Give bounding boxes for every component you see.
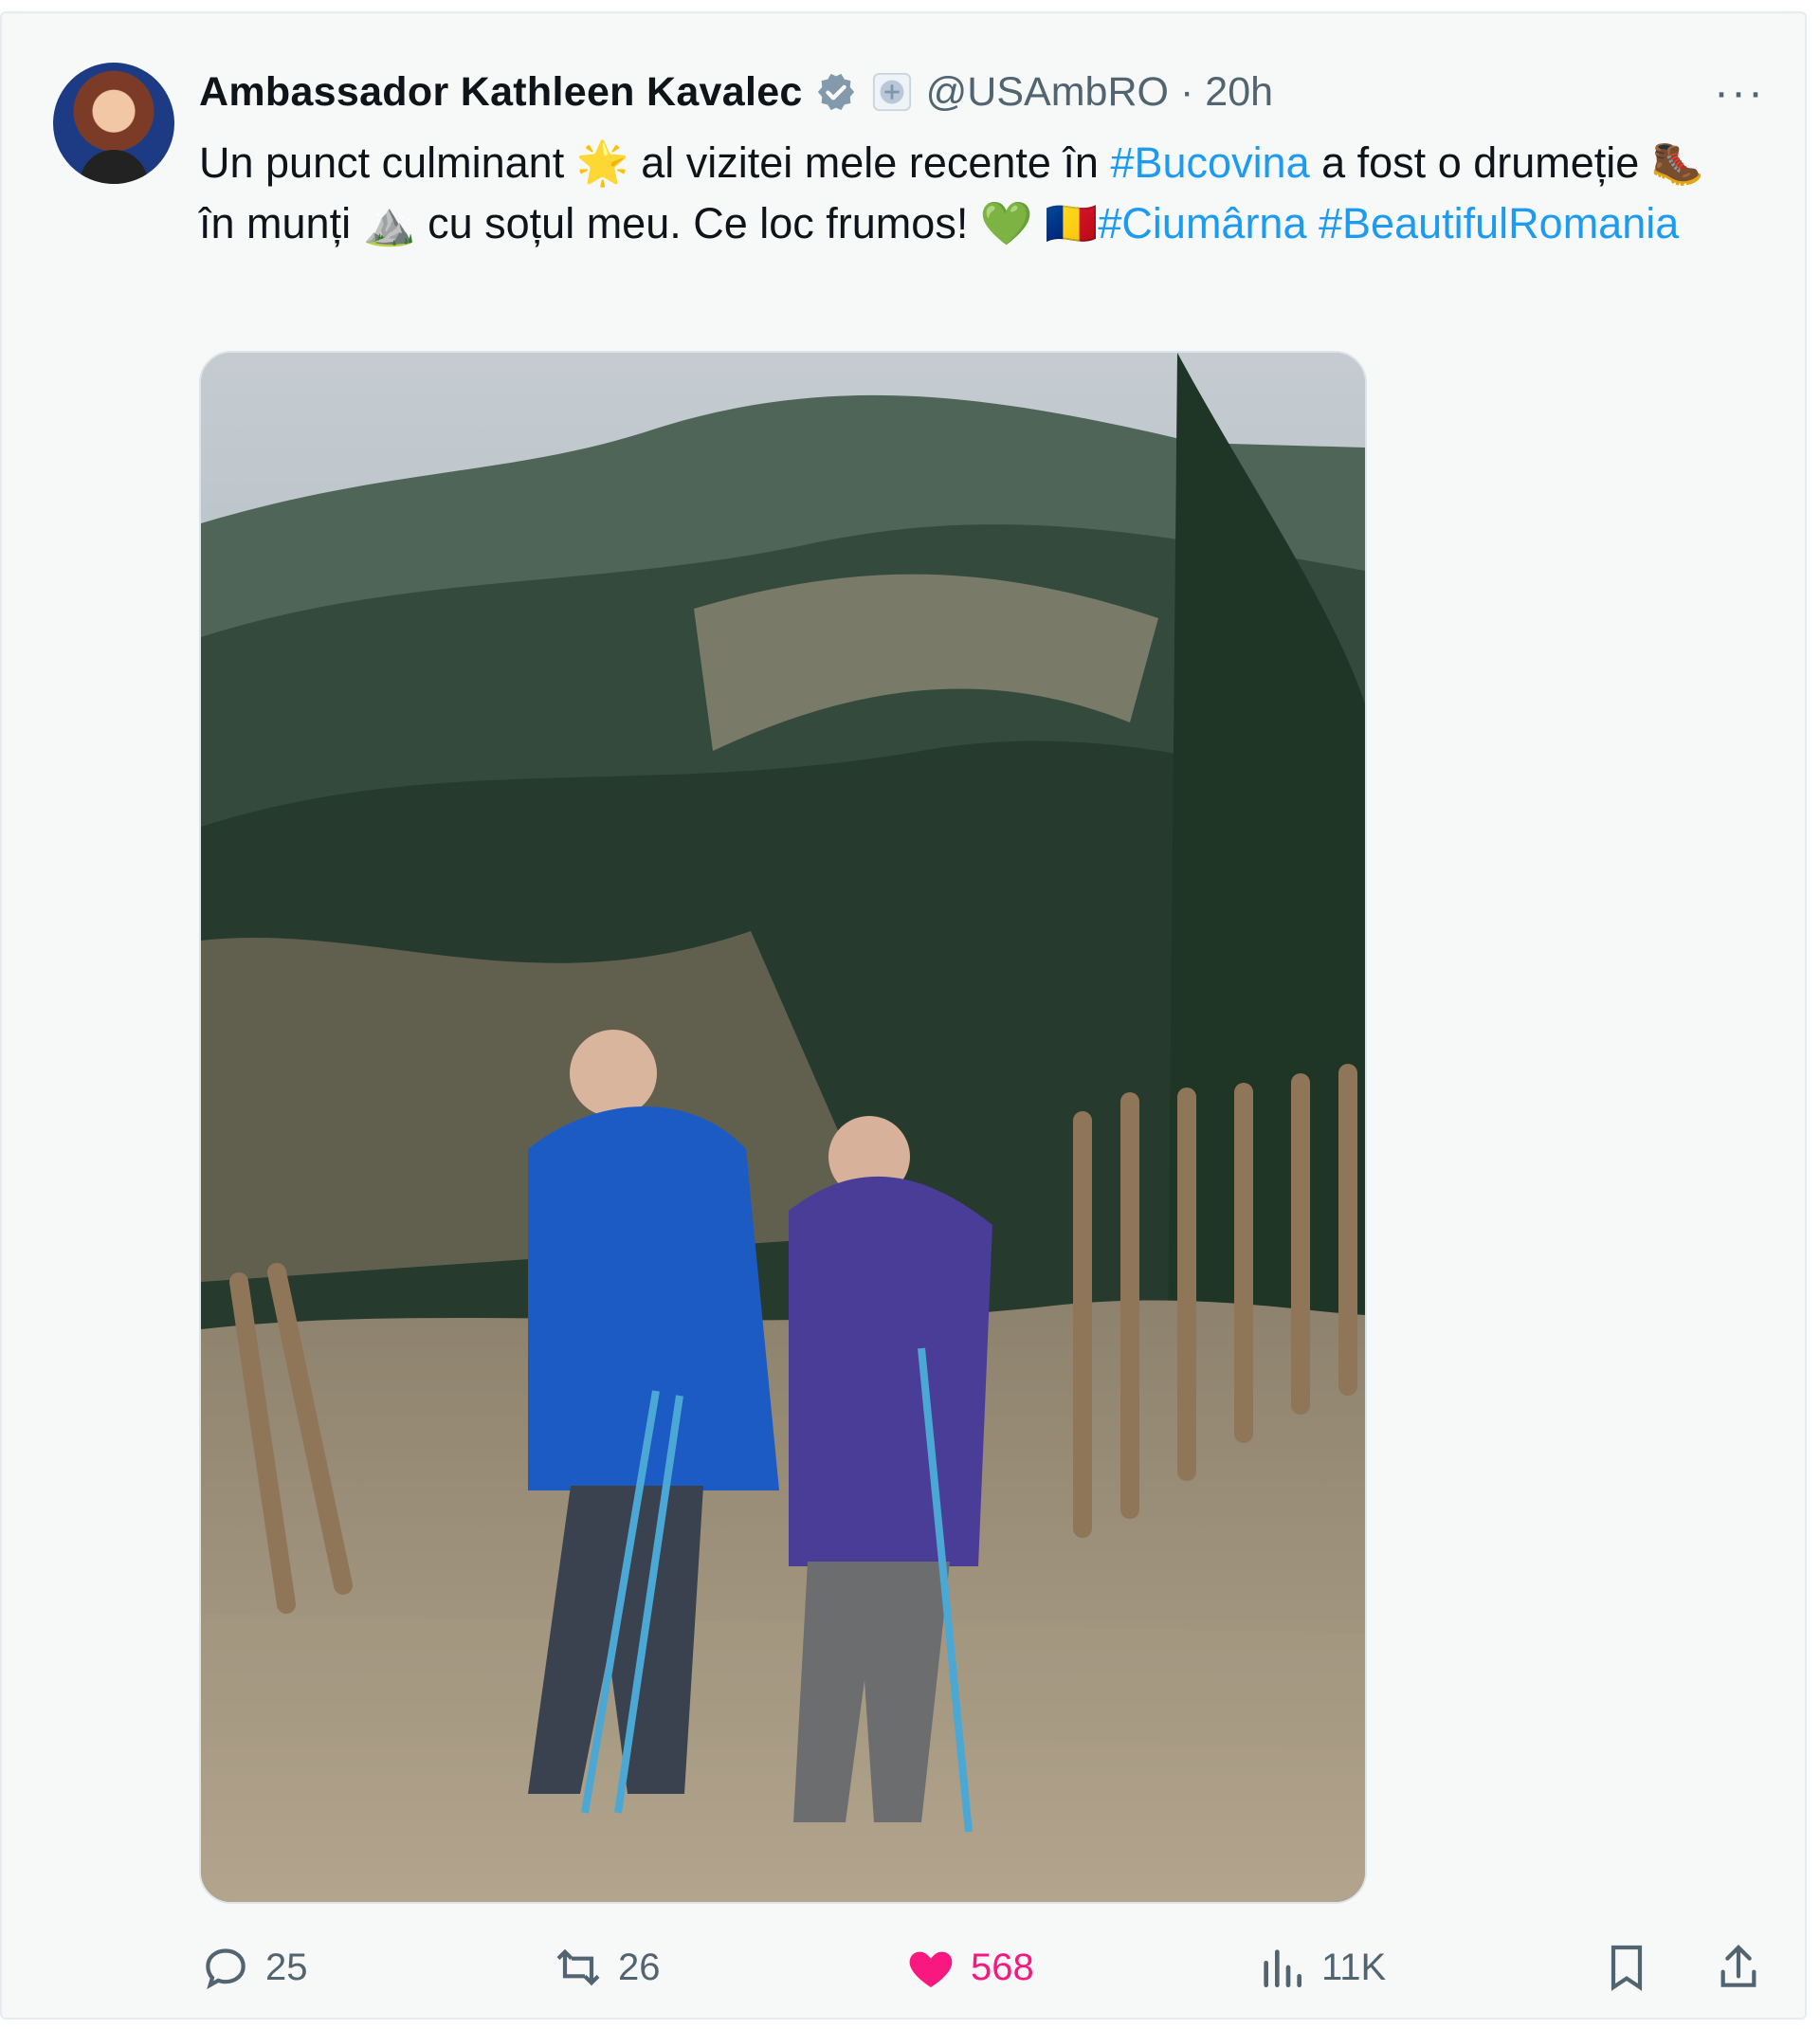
verified-badge-icon [817, 73, 854, 111]
author-name[interactable]: Ambassador Kathleen Kavalec [199, 69, 803, 116]
repost-count: 26 [618, 1946, 661, 1988]
more-options-icon[interactable]: ··· [1714, 66, 1765, 119]
tweet-header: Ambassador Kathleen Kavalec @USAmbRO · 2… [199, 65, 1765, 119]
reply-icon [206, 1948, 246, 1990]
right-actions [1600, 1941, 1765, 1994]
view-count: 11K [1321, 1946, 1387, 1988]
tweet-text: Un punct culminant 🌟 al vizitei mele rec… [199, 133, 1735, 254]
repost-button[interactable]: 26 [552, 1941, 904, 1994]
tweet-actions: 25 26 568 11K [199, 1932, 1765, 2002]
time-separator: · [1179, 68, 1194, 115]
reply-count: 25 [265, 1946, 308, 1988]
like-button[interactable]: 568 [904, 1941, 1255, 1994]
views-button[interactable]: 11K [1255, 1941, 1558, 1994]
tweet-photo[interactable] [199, 351, 1367, 1904]
hashtag-bucovina[interactable]: #Bucovina [1110, 138, 1309, 187]
like-count: 568 [971, 1946, 1034, 1988]
tweet-card[interactable]: Ambassador Kathleen Kavalec @USAmbRO · 2… [0, 11, 1807, 2020]
share-icon[interactable] [1712, 1941, 1765, 1994]
heart-icon [909, 1951, 953, 1987]
government-seal-icon [872, 72, 911, 112]
bookmark-icon[interactable] [1600, 1941, 1653, 1994]
photo-scene [201, 353, 1365, 1902]
reply-button[interactable]: 25 [199, 1941, 552, 1994]
author-handle[interactable]: @USAmbRO [926, 69, 1169, 116]
hashtag-ciumarna[interactable]: #Ciumârna [1098, 199, 1306, 247]
tweet-time[interactable]: 20h [1205, 69, 1273, 116]
text-segment: Un punct culminant 🌟 al vizitei mele rec… [199, 138, 1111, 187]
text-space [1307, 199, 1320, 247]
views-icon [1264, 1949, 1301, 1987]
repost-icon [556, 1948, 600, 1986]
author-avatar[interactable] [53, 63, 174, 184]
hashtag-beautifulromania[interactable]: #BeautifulRomania [1319, 199, 1679, 247]
